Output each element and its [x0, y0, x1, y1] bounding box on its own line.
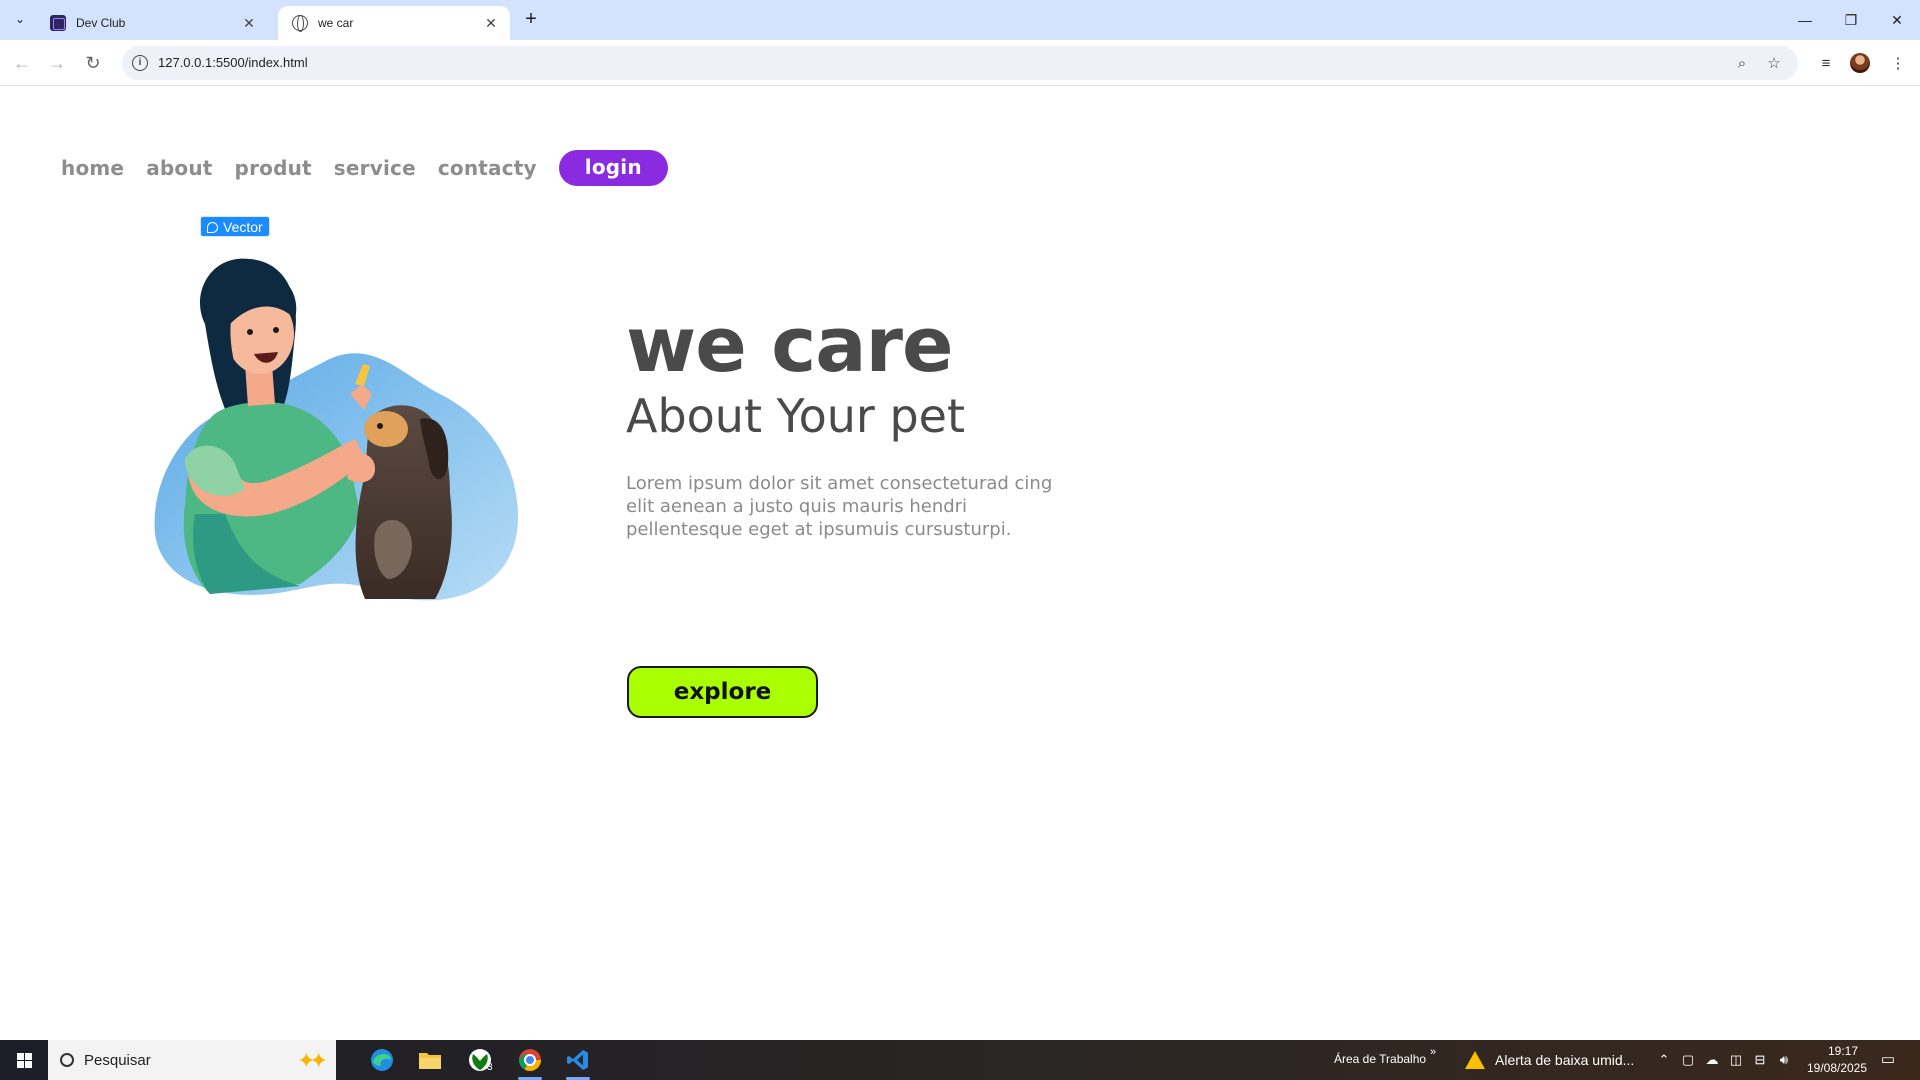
warning-icon [1465, 1051, 1485, 1069]
sparkle-icon: ✦✦ [297, 1048, 328, 1073]
network-icon[interactable]: ⊟ [1752, 1052, 1768, 1068]
hero-description: Lorem ipsum dolor sit amet consecteturad… [626, 473, 1053, 540]
tab-search-button[interactable]: ⌄ [8, 7, 32, 31]
tab-title: we car [318, 16, 354, 30]
nav-service[interactable]: service [334, 156, 416, 180]
vector-icon [207, 221, 218, 233]
start-button[interactable] [0, 1040, 48, 1080]
xbox-app[interactable]: 3 [460, 1044, 500, 1076]
nav-home[interactable]: home [61, 156, 124, 180]
volume-icon[interactable]: 🔊︎ [1776, 1052, 1792, 1068]
clock-date[interactable]: 19/08/2025 [1800, 1061, 1874, 1075]
arrow-right-icon: → [48, 52, 66, 73]
weather-alert[interactable]: Alerta de baixa umid... [1465, 1040, 1634, 1080]
tab-strip: ⌄ Dev Club ✕ we car ✕ + — ❐ ✕ [0, 0, 1920, 40]
media-control-icon[interactable]: ≡ [1814, 51, 1838, 75]
taskbar-search-placeholder: Pesquisar [84, 1051, 151, 1069]
close-icon[interactable]: ✕ [240, 14, 258, 32]
onedrive-icon[interactable]: ☁ [1704, 1052, 1720, 1068]
devclub-favicon [50, 15, 66, 31]
desktop-toolbar-label[interactable]: Área de Trabalho [1334, 1052, 1426, 1066]
hero-section: we care About Your pet Lorem ipsum dolor… [626, 304, 1066, 541]
login-button[interactable]: login [558, 150, 668, 186]
vector-badge-label: Vector [223, 219, 263, 235]
hero-title: we care [626, 300, 954, 389]
close-window-button[interactable]: ✕ [1874, 0, 1920, 40]
meet-icon[interactable]: ▢ [1680, 1052, 1696, 1068]
notifications-icon[interactable]: ▭ [1880, 1052, 1896, 1068]
vector-badge: Vector [200, 216, 270, 237]
taskbar: Pesquisar ✦✦ 3 Área de Trabalho » Alerta… [0, 1040, 1920, 1080]
windows-logo-icon [16, 1052, 24, 1060]
chevron-up-icon[interactable]: ⌃ [1656, 1052, 1672, 1068]
security-icon[interactable]: ◫ [1728, 1052, 1744, 1068]
edge-icon [371, 1049, 393, 1071]
tab-dev-club[interactable]: Dev Club ✕ [36, 6, 268, 40]
search-icon [60, 1053, 74, 1067]
dog-nose [377, 423, 383, 429]
forward-button[interactable]: → [44, 50, 70, 76]
chevron-double-icon[interactable]: » [1430, 1046, 1436, 1058]
edge-app[interactable] [362, 1044, 402, 1076]
globe-icon [292, 15, 308, 32]
menu-icon[interactable]: ⋮ [1886, 51, 1910, 75]
chrome-app[interactable] [510, 1044, 550, 1080]
address-url[interactable]: 127.0.0.1:5500/index.html [158, 55, 308, 70]
xbox-badge: 3 [487, 1062, 493, 1073]
pet-care-illustration [154, 258, 519, 601]
reload-button[interactable]: ↻ [80, 50, 106, 76]
chevron-down-icon: ⌄ [14, 12, 26, 26]
minimize-button[interactable]: — [1782, 0, 1828, 40]
browser-toolbar: ← → ↻ i 127.0.0.1:5500/index.html ⌕ ☆ ≡ … [0, 40, 1920, 86]
file-explorer-app[interactable] [410, 1044, 450, 1076]
arrow-left-icon: ← [13, 52, 31, 73]
chrome-icon [519, 1049, 541, 1071]
info-icon[interactable]: i [132, 55, 148, 71]
zoom-icon[interactable]: ⌕ [1732, 53, 1752, 73]
taskbar-search[interactable]: Pesquisar ✦✦ [48, 1040, 336, 1080]
hand-on-dog [345, 453, 375, 483]
hero-subtitle: About Your pet [626, 389, 965, 443]
folder-icon [419, 1053, 441, 1069]
restore-button[interactable]: ❐ [1828, 0, 1874, 40]
back-button[interactable]: ← [9, 50, 35, 76]
close-icon[interactable]: ✕ [482, 14, 500, 32]
dog-snout [364, 411, 408, 447]
star-icon[interactable]: ☆ [1764, 53, 1784, 73]
reload-icon: ↻ [85, 52, 101, 73]
new-tab-button[interactable]: + [520, 9, 542, 31]
address-bar[interactable]: i 127.0.0.1:5500/index.html ⌕ ☆ [122, 46, 1798, 80]
tab-we-car[interactable]: we car ✕ [278, 6, 510, 40]
nav-produt[interactable]: produt [235, 156, 312, 180]
vscode-icon [567, 1050, 588, 1070]
eye [247, 329, 253, 335]
nav-about[interactable]: about [146, 156, 212, 180]
tab-title: Dev Club [76, 16, 126, 30]
clock-time[interactable]: 19:17 [1812, 1044, 1874, 1058]
nav-contacty[interactable]: contacty [438, 156, 537, 180]
eye [273, 327, 279, 333]
explore-button[interactable]: explore [627, 666, 818, 718]
vscode-app[interactable] [558, 1044, 598, 1080]
weather-alert-text: Alerta de baixa umid... [1495, 1052, 1635, 1068]
profile-avatar[interactable] [1850, 53, 1870, 73]
main-nav: home about produt service contacty login [61, 150, 690, 186]
